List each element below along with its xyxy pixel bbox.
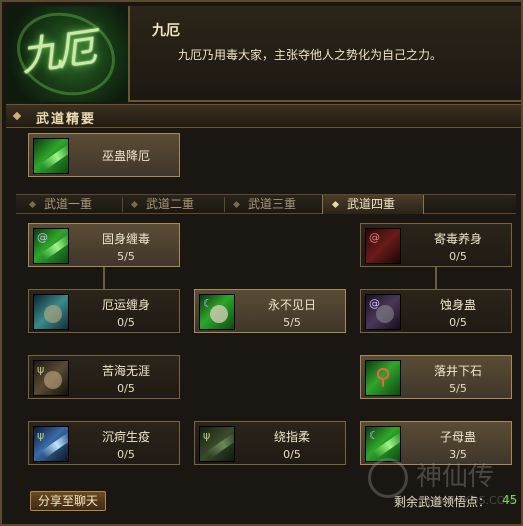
mascot-icon bbox=[368, 458, 408, 498]
skill-slot-5[interactable]: @ 蚀身蛊 0/5 bbox=[360, 289, 512, 333]
tab-label: 武道二重 bbox=[146, 197, 195, 211]
green-ribbon-icon: ψ bbox=[199, 426, 235, 462]
tier-tabs: 武道一重 武道二重 武道三重 武道四重 bbox=[16, 194, 516, 214]
poison-swirl-icon bbox=[33, 138, 69, 174]
teal-gauntlet-icon bbox=[33, 294, 69, 330]
skill-slot-4[interactable]: ☾ 永不见日 5/5 bbox=[194, 289, 346, 333]
blue-slash-icon: ψ bbox=[33, 426, 69, 462]
core-skill-name: 巫蛊降厄 bbox=[101, 149, 150, 163]
core-skill-slot[interactable]: 巫蛊降厄 bbox=[28, 133, 180, 177]
brown-fist-icon: ψ bbox=[33, 360, 69, 396]
skill-level: 5/5 bbox=[283, 316, 301, 329]
watermark-text: 神仙传 bbox=[416, 462, 495, 492]
skill-name: 子母蛊 bbox=[439, 430, 476, 444]
tab-tier-2[interactable]: 武道二重 bbox=[122, 195, 224, 214]
skill-name: 蚀身蛊 bbox=[439, 298, 476, 312]
moon-mark: ☾ bbox=[369, 429, 379, 442]
red-figure-icon: ⚲ bbox=[365, 360, 401, 396]
skill-level: 0/5 bbox=[117, 448, 135, 461]
skill-slot-6[interactable]: ψ 苦海无涯 0/5 bbox=[28, 355, 180, 399]
ribbon-stroke bbox=[206, 431, 234, 459]
skill-name: 永不见日 bbox=[267, 298, 316, 312]
skill-name: 厄运缠身 bbox=[101, 298, 150, 312]
skill-slot-1[interactable]: @ 固身缠毒 5/5 bbox=[28, 223, 180, 267]
remaining-points-value: 45 bbox=[502, 493, 518, 507]
tab-label: 武道三重 bbox=[248, 197, 297, 211]
tab-dot-icon bbox=[28, 200, 37, 209]
school-description: 九厄乃用毒大家，主张夺他人之势化为自己之力。 bbox=[178, 48, 443, 62]
claw-mark: ψ bbox=[37, 429, 45, 442]
skill-name: 固身缠毒 bbox=[101, 232, 150, 246]
spiral-mark: @ bbox=[369, 231, 380, 244]
section-title: 武道精要 bbox=[36, 112, 97, 127]
tab-label: 武道四重 bbox=[347, 197, 396, 211]
tab-tier-1[interactable]: 武道一重 bbox=[20, 195, 122, 214]
red-swirl-icon: @ bbox=[365, 228, 401, 264]
claw-mark: ψ bbox=[37, 363, 45, 376]
skill-slot-8[interactable]: ψ 沉疴生疫 0/5 bbox=[28, 421, 180, 465]
figure-mark: ⚲ bbox=[375, 365, 392, 390]
gauntlet-shape bbox=[44, 305, 62, 323]
cloud-shape bbox=[210, 305, 228, 323]
skill-level: 0/5 bbox=[449, 250, 467, 263]
diamond-icon bbox=[12, 111, 22, 121]
skill-level: 5/5 bbox=[449, 382, 467, 395]
skill-name: 苦海无涯 bbox=[101, 364, 150, 378]
skill-level: 5/5 bbox=[117, 250, 135, 263]
slash-stroke bbox=[40, 431, 68, 459]
skill-level: 0/5 bbox=[283, 448, 301, 461]
skill-window: 九厄 九厄 九厄乃用毒大家，主张夺他人之势化为自己之力。 武道精要 巫蛊降厄 武… bbox=[0, 0, 523, 526]
skill-level: 0/5 bbox=[117, 316, 135, 329]
spiral-mark: @ bbox=[37, 231, 48, 244]
skill-slot-7[interactable]: ⚲ 落井下石 5/5 bbox=[360, 355, 512, 399]
skill-name: 落井下石 bbox=[433, 364, 482, 378]
skill-level: 0/5 bbox=[449, 316, 467, 329]
section-header: 武道精要 bbox=[6, 104, 521, 128]
tab-dot-icon bbox=[232, 200, 241, 209]
gauntlet-shape bbox=[376, 305, 394, 323]
purple-gauntlet-icon: @ bbox=[365, 294, 401, 330]
skill-level: 0/5 bbox=[117, 382, 135, 395]
moon-cloud-icon: ☾ bbox=[199, 294, 235, 330]
school-emblem: 九厄 bbox=[6, 6, 130, 102]
emblem-calligraphy: 九厄 bbox=[17, 25, 96, 81]
fist-shape bbox=[44, 371, 62, 389]
skill-name: 绕指柔 bbox=[273, 430, 310, 444]
site-watermark: 神仙传 www.SXDS.COM bbox=[362, 450, 522, 522]
skill-connector bbox=[435, 267, 437, 289]
tab-dot-icon bbox=[130, 200, 139, 209]
tab-dot-icon bbox=[331, 200, 340, 209]
claw-mark: ψ bbox=[203, 429, 211, 442]
school-title: 九厄 bbox=[152, 23, 180, 39]
skill-slot-3[interactable]: 厄运缠身 0/5 bbox=[28, 289, 180, 333]
share-to-chat-button[interactable]: 分享至聊天 bbox=[30, 491, 106, 511]
remaining-points-label: 剩余武道领悟点： bbox=[394, 495, 491, 509]
school-header: 九厄 九厄 九厄乃用毒大家，主张夺他人之势化为自己之力。 bbox=[6, 6, 521, 102]
skill-connector bbox=[103, 267, 105, 289]
skill-slot-9[interactable]: ψ 绕指柔 0/5 bbox=[194, 421, 346, 465]
green-blade-icon: @ bbox=[33, 228, 69, 264]
swirl-stroke bbox=[40, 143, 68, 171]
skill-slot-2[interactable]: @ 寄毒养身 0/5 bbox=[360, 223, 512, 267]
tab-tier-4[interactable]: 武道四重 bbox=[322, 195, 424, 214]
tab-tier-3[interactable]: 武道三重 bbox=[224, 195, 326, 214]
skill-name: 沉疴生疫 bbox=[101, 430, 150, 444]
tab-label: 武道一重 bbox=[44, 197, 93, 211]
skill-name: 寄毒养身 bbox=[433, 232, 482, 246]
